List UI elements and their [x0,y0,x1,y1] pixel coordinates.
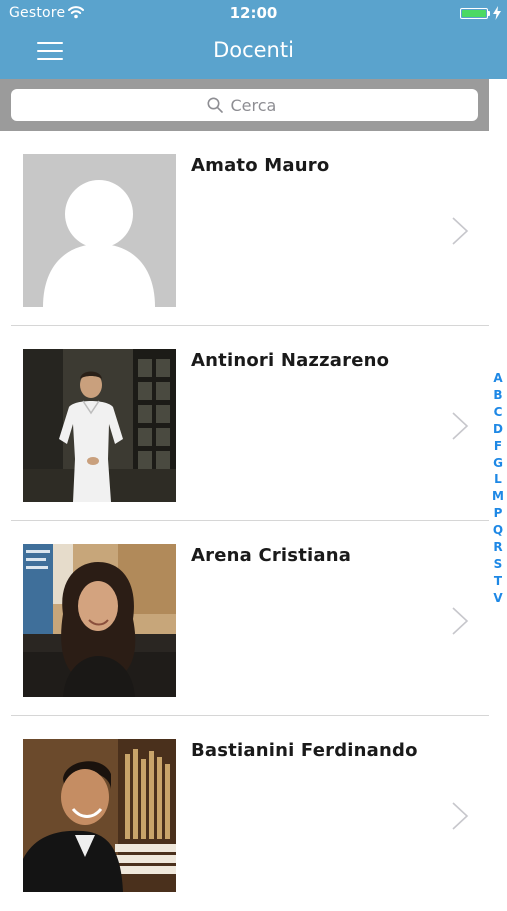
index-letter[interactable]: D [493,421,503,438]
index-letter[interactable]: L [494,471,502,488]
status-bar: Gestore 12:00 [0,0,507,28]
chevron-right-icon [452,607,469,635]
teacher-name: Antinori Nazzareno [191,350,390,371]
search-field[interactable] [11,89,478,121]
chevron-right-icon [452,802,469,830]
index-letter[interactable]: R [493,539,502,556]
index-letter[interactable]: A [493,370,502,387]
battery-nub [488,11,490,16]
index-letter[interactable]: Q [493,522,503,539]
navigation-bar: Gestore 12:00 Docenti [0,0,507,79]
index-letter[interactable]: C [494,404,503,421]
status-time: 12:00 [229,4,278,22]
teacher-photo [23,544,176,697]
section-index: A B C D F G L M P Q R S T V [489,370,507,607]
teacher-photo [23,349,176,502]
battery-icon [460,8,488,19]
list-item[interactable]: Arena Cristiana [0,521,489,716]
teacher-name: Arena Cristiana [191,545,352,566]
index-letter[interactable]: T [494,573,502,590]
teacher-photo [23,739,176,892]
charging-bolt-icon [493,6,501,20]
page-title: Docenti [213,38,294,62]
battery-level [462,10,486,17]
index-letter[interactable]: B [493,387,502,404]
avatar [23,544,176,697]
search-icon [207,97,223,113]
chevron-right-icon [452,217,469,245]
chevron-right-icon [452,412,469,440]
teacher-name: Bastianini Ferdinando [191,740,418,761]
avatar [23,154,176,307]
teacher-list: Amato Mauro Antinori Nazzareno Arena Cri… [0,131,489,911]
placeholder-avatar-icon [23,154,176,307]
teacher-name: Amato Mauro [191,155,330,176]
list-item[interactable]: Amato Mauro [0,131,489,326]
search-input[interactable] [230,95,283,115]
index-letter[interactable]: M [492,488,504,505]
index-letter[interactable]: G [493,455,503,472]
index-letter[interactable]: F [494,438,502,455]
list-item[interactable]: Bastianini Ferdinando [0,716,489,911]
index-letter[interactable]: S [494,556,503,573]
avatar [23,349,176,502]
list-item[interactable]: Antinori Nazzareno [0,326,489,521]
avatar [23,739,176,892]
index-letter[interactable]: P [494,505,503,522]
search-bar [0,79,489,131]
index-letter[interactable]: V [493,590,502,607]
